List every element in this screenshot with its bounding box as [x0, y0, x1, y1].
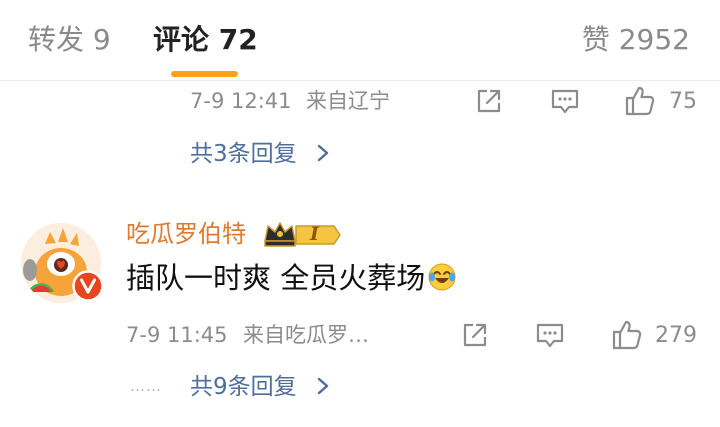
comment-text: 插队一时爽 全员火葬场 [126, 261, 426, 295]
replies-count-label: 共3条回复 [190, 141, 297, 167]
thread-dots: …… [130, 377, 162, 395]
like-count: 279 [655, 323, 697, 348]
view-replies-link[interactable]: 共9条回复 [190, 372, 330, 402]
username[interactable]: 吃瓜罗伯特 [126, 219, 246, 249]
comment-location: 来自辽宁 [306, 89, 390, 113]
comment-icon[interactable] [550, 86, 580, 116]
comment-location: 来自吃瓜罗… [243, 323, 369, 347]
tab-comments[interactable]: 评论 72 [153, 22, 258, 58]
thumbs-up-icon[interactable] [611, 319, 643, 351]
vip-badge: I [262, 219, 342, 249]
avatar[interactable] [20, 222, 104, 304]
chevron-right-icon [317, 377, 329, 395]
thumbs-up-icon[interactable] [624, 85, 656, 117]
header-divider [0, 80, 720, 81]
comment-icon[interactable] [535, 320, 565, 350]
like-count: 75 [669, 89, 697, 114]
tab-likes[interactable]: 赞 2952 [582, 22, 690, 58]
share-icon[interactable] [460, 320, 490, 350]
share-icon[interactable] [474, 86, 504, 116]
comments-page: 转发 9 评论 72 赞 2952 7-9 12:41 来自辽宁 75 共3条回… [0, 0, 720, 427]
replies-count-label: 共9条回复 [190, 374, 297, 400]
comment-time: 7-9 11:45 [126, 323, 228, 347]
laughing-tears-emoji-icon [428, 263, 456, 291]
view-replies-link[interactable]: 共3条回复 [190, 139, 330, 169]
vip-level-label: I [310, 223, 319, 245]
tab-bar: 转发 9 评论 72 赞 2952 [0, 0, 720, 80]
comment-time: 7-9 12:41 [190, 89, 292, 113]
tab-reposts[interactable]: 转发 9 [28, 22, 111, 58]
verified-v-icon [72, 270, 104, 302]
active-tab-indicator [171, 71, 238, 77]
chevron-right-icon [317, 144, 329, 162]
comment-body: 插队一时爽 全员火葬场 [126, 259, 457, 297]
crown-icon [264, 222, 341, 247]
